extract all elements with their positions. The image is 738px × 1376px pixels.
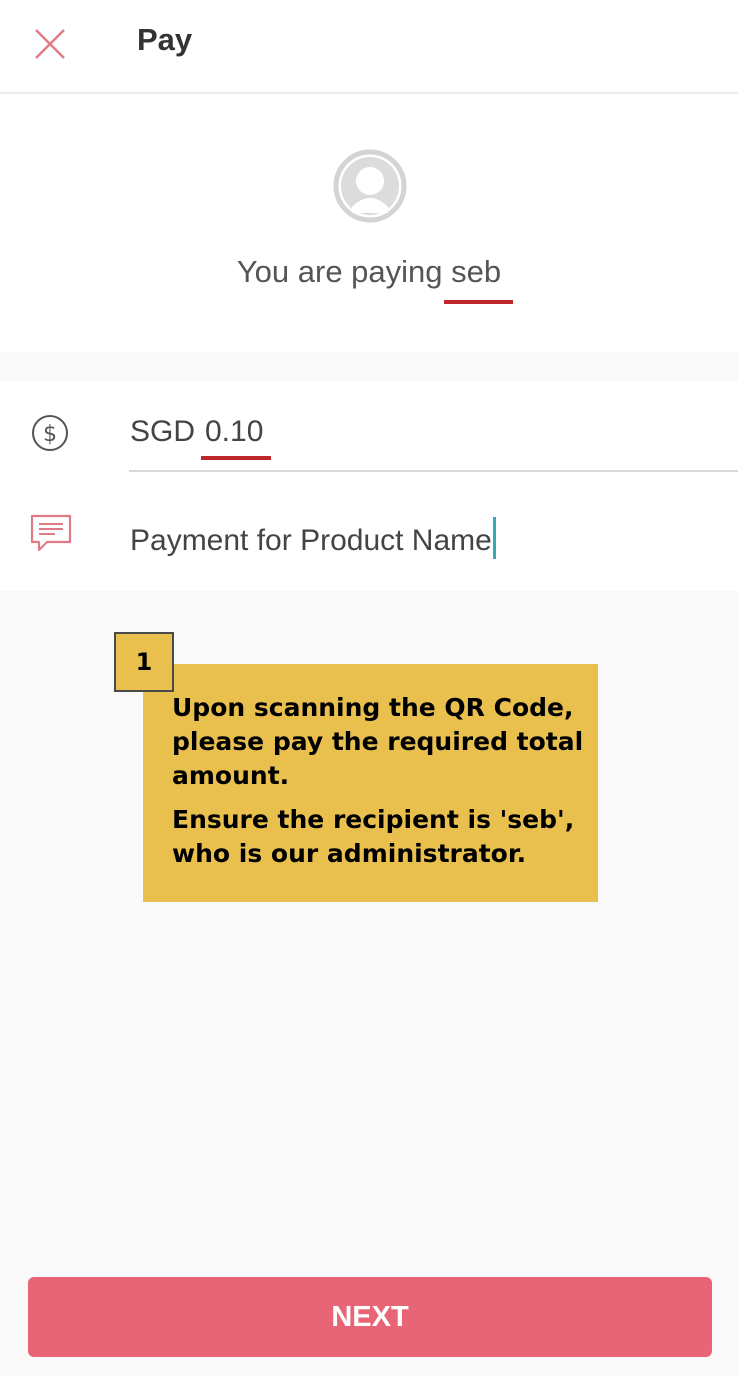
- close-button[interactable]: [30, 24, 70, 64]
- dollar-circle-icon: $: [32, 415, 68, 451]
- page-title: Pay: [137, 22, 193, 57]
- amount-input[interactable]: 0.10: [205, 415, 263, 449]
- recipient-section: You are paying seb: [0, 94, 738, 352]
- annotation-paragraph-1: Upon scanning the QR Code, please pay th…: [172, 693, 584, 790]
- next-button[interactable]: NEXT: [28, 1277, 712, 1357]
- annotation-paragraph-2: Ensure the recipient is 'seb', who is ou…: [172, 805, 575, 868]
- annotation-number-badge: 1: [114, 632, 174, 692]
- paying-text: You are paying seb: [0, 254, 738, 290]
- svg-text:$: $: [43, 422, 57, 447]
- message-icon: [30, 514, 72, 552]
- default-avatar-icon: [333, 149, 407, 223]
- recipient-name[interactable]: seb: [451, 254, 501, 289]
- text-caret: [492, 517, 496, 559]
- amount-field-divider: [129, 470, 738, 472]
- payment-form: $ SGD 0.10 Payment for Product Name: [0, 381, 738, 591]
- paying-prefix: You are paying: [236, 254, 452, 289]
- close-icon: [35, 29, 65, 59]
- amount-currency: SGD: [130, 415, 196, 448]
- amount-highlight-underline: [201, 456, 271, 460]
- recipient-highlight-underline: [444, 300, 513, 304]
- message-text: Payment for Product Name: [130, 524, 492, 557]
- annotation-note: Upon scanning the QR Code, please pay th…: [143, 664, 598, 902]
- top-bar: Pay: [0, 0, 738, 94]
- message-input[interactable]: Payment for Product Name: [130, 517, 496, 559]
